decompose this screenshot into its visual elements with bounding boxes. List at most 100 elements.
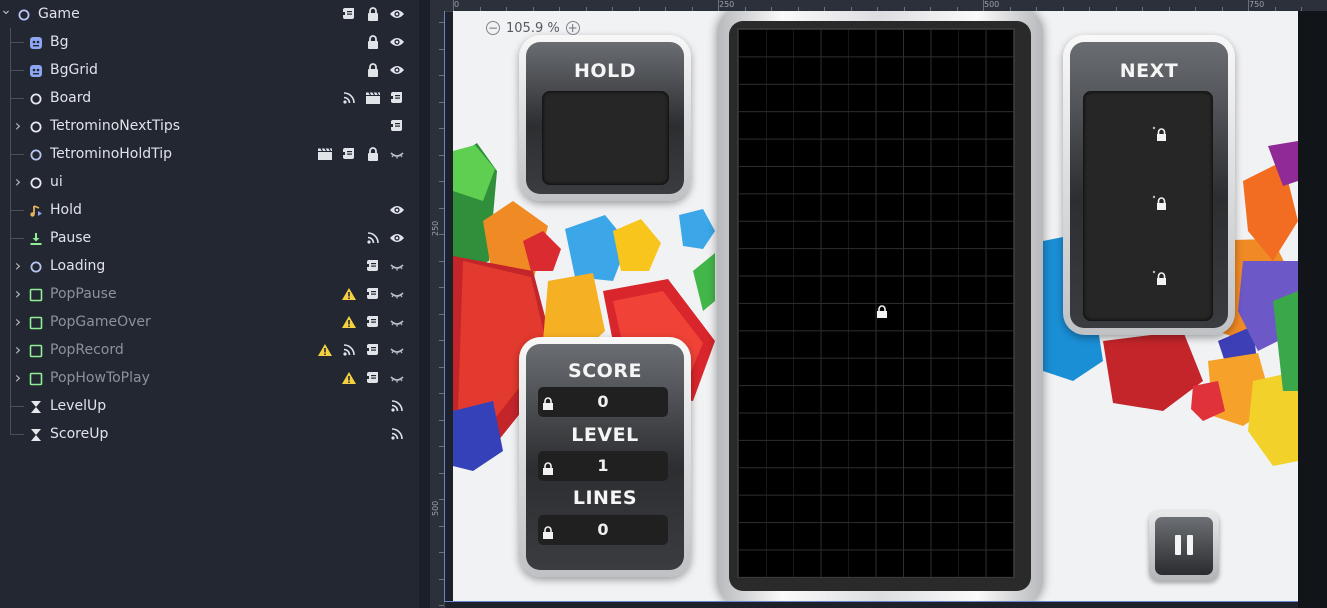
script-icon[interactable] [385, 117, 409, 135]
signal-icon[interactable] [337, 89, 361, 107]
next-panel: NEXT [1063, 35, 1235, 335]
tree-node-hold[interactable]: Hold [0, 196, 419, 224]
ruler-tick [439, 367, 444, 368]
script-icon[interactable] [337, 145, 361, 163]
node2d-circle-icon [29, 175, 43, 189]
tree-node-label[interactable]: LevelUp [50, 397, 106, 415]
visibility-icon[interactable] [385, 61, 409, 79]
lock-icon[interactable] [361, 61, 385, 79]
ruler-vertical[interactable]: 250 500 [430, 11, 445, 608]
tree-node-label[interactable]: Loading [50, 257, 105, 275]
zoom-level[interactable]: 105.9 % [506, 21, 560, 36]
warning-icon[interactable] [313, 341, 337, 359]
ruler-label: 250 [719, 0, 735, 9]
tree-node-pophowtoplay[interactable]: › PopHowToPlay [0, 364, 419, 392]
node-toolbar [337, 89, 409, 107]
tree-node-label[interactable]: TetrominoNextTips [50, 117, 180, 135]
tree-node-poprecord[interactable]: › PopRecord [0, 336, 419, 364]
tree-node-ui[interactable]: › ui [0, 168, 419, 196]
visibility-hidden-icon[interactable] [385, 341, 409, 359]
script-icon[interactable] [361, 313, 385, 331]
tree-node-loading[interactable]: › Loading [0, 252, 419, 280]
visibility-hidden-icon[interactable] [385, 257, 409, 275]
zoom-out-button[interactable]: − [486, 21, 500, 35]
tree-node-label[interactable]: Bg [50, 33, 69, 51]
chevron-right-icon[interactable]: › [12, 370, 24, 386]
signal-icon[interactable] [385, 425, 409, 443]
visibility-icon[interactable] [385, 33, 409, 51]
script-icon[interactable] [361, 285, 385, 303]
hold-panel: HOLD [519, 35, 691, 201]
script-icon[interactable] [385, 89, 409, 107]
lock-icon[interactable] [361, 33, 385, 51]
tree-node-scoreup[interactable]: ScoreUp [0, 420, 419, 448]
visibility-icon[interactable] [385, 229, 409, 247]
tree-node-label[interactable]: TetrominoHoldTip [50, 145, 172, 163]
tree-node-label[interactable]: Game [38, 5, 80, 23]
tree-node-label[interactable]: PopPause [50, 285, 117, 303]
chevron-right-icon[interactable]: › [12, 258, 24, 274]
chevron-right-icon[interactable]: › [12, 174, 24, 190]
tree-node-label[interactable]: BgGrid [50, 61, 98, 79]
lock-icon[interactable] [361, 5, 385, 23]
visibility-icon[interactable] [385, 5, 409, 23]
ruler-tick [439, 128, 444, 129]
ruler-tick [439, 287, 444, 288]
tree-node-label[interactable]: Hold [50, 201, 82, 219]
pause-button[interactable] [1149, 511, 1219, 581]
tree-node-game[interactable]: ⌄ Game [0, 0, 419, 28]
script-icon[interactable] [361, 257, 385, 275]
tree-node-tetrominonexttips[interactable]: › TetrominoNextTips [0, 112, 419, 140]
tree-node-bggrid[interactable]: BgGrid [0, 56, 419, 84]
tree-node-popgameover[interactable]: › PopGameOver [0, 308, 419, 336]
signal-icon[interactable] [361, 229, 385, 247]
visibility-icon[interactable] [385, 201, 409, 219]
control-box-icon [29, 287, 43, 302]
chevron-right-icon[interactable]: › [12, 118, 24, 134]
signal-icon[interactable] [337, 341, 361, 359]
script-icon[interactable] [361, 341, 385, 359]
zoom-in-button[interactable]: + [565, 21, 580, 35]
game-stage: HOLD NEXT SCORE 0 LEVEL 1 LINES 0 [453, 11, 1298, 602]
visibility-hidden-icon[interactable] [385, 313, 409, 331]
tree-node-label[interactable]: ScoreUp [50, 425, 108, 443]
signal-icon[interactable] [385, 397, 409, 415]
visibility-hidden-icon[interactable] [385, 145, 409, 163]
warning-icon[interactable] [337, 369, 361, 387]
scene-clapper-icon[interactable] [313, 145, 337, 163]
lock-icon[interactable] [361, 145, 385, 163]
node-toolbar [361, 229, 409, 247]
chevron-right-icon[interactable]: › [12, 314, 24, 330]
ruler-tick [439, 234, 444, 235]
chevron-down-icon[interactable]: ⌄ [0, 3, 12, 17]
tree-node-label[interactable]: PopHowToPlay [50, 369, 150, 387]
scene-clapper-icon[interactable] [361, 89, 385, 107]
tree-node-poppause[interactable]: › PopPause [0, 280, 419, 308]
tree-node-label[interactable]: ui [50, 173, 63, 191]
tree-node-board[interactable]: Board [0, 84, 419, 112]
tree-node-label[interactable]: Pause [50, 229, 91, 247]
lock-icon [543, 526, 553, 539]
visibility-hidden-icon[interactable] [385, 369, 409, 387]
playfield-grid[interactable] [737, 28, 1015, 578]
visibility-hidden-icon[interactable] [385, 285, 409, 303]
tree-node-pause[interactable]: Pause [0, 224, 419, 252]
lock-icon [877, 305, 887, 318]
tree-node-label[interactable]: PopRecord [50, 341, 124, 359]
canvas-viewport[interactable]: 0 250 500 750 250 500 HOLD NEXT SCORE 0 … [430, 0, 1327, 608]
tree-node-label[interactable]: PopGameOver [50, 313, 151, 331]
script-icon[interactable] [337, 5, 361, 23]
tree-node-bg[interactable]: Bg [0, 28, 419, 56]
tree-node-label[interactable]: Board [50, 89, 91, 107]
warning-icon[interactable] [337, 285, 361, 303]
ruler-tick [439, 49, 444, 50]
sprite-icon [29, 63, 43, 77]
tree-node-levelup[interactable]: LevelUp [0, 392, 419, 420]
node-toolbar [385, 397, 409, 415]
chevron-right-icon[interactable]: › [12, 286, 24, 302]
tree-node-tetrominoholdtip[interactable]: TetrominoHoldTip [0, 140, 419, 168]
panel-splitter[interactable] [419, 0, 430, 608]
chevron-right-icon[interactable]: › [12, 342, 24, 358]
warning-icon[interactable] [337, 313, 361, 331]
script-icon[interactable] [361, 369, 385, 387]
